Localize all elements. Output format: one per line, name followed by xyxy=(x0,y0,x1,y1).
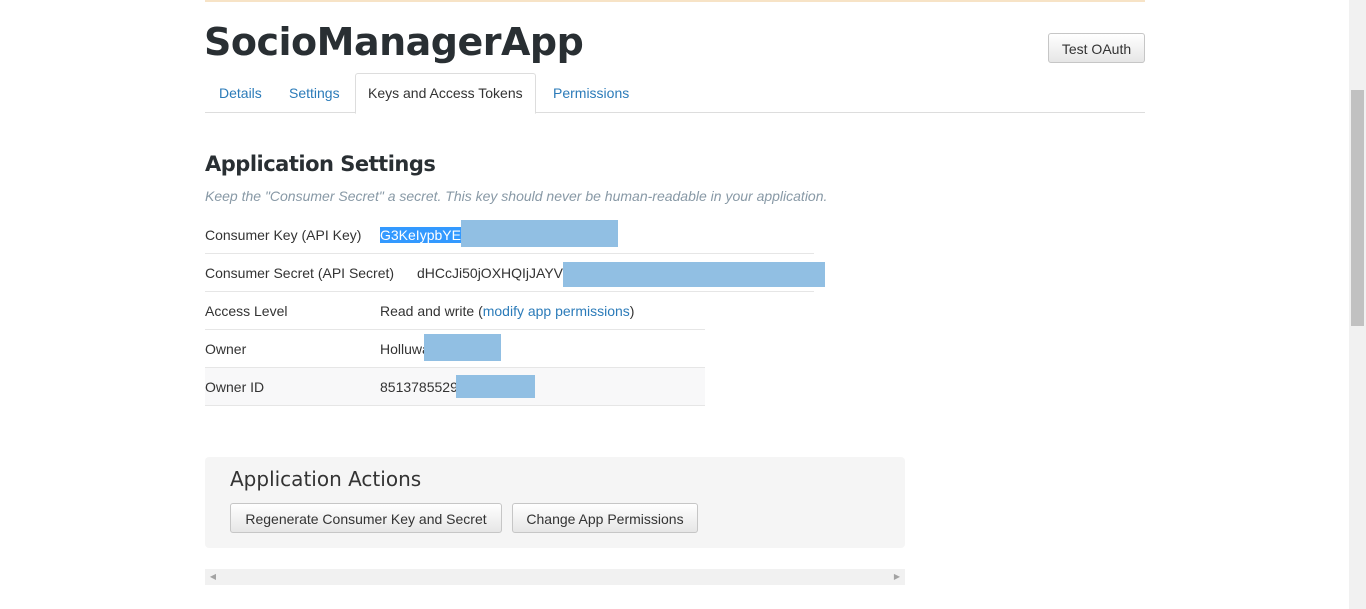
access-level-label: Access Level xyxy=(205,303,288,319)
owner-id-label: Owner ID xyxy=(205,379,265,395)
redaction-block xyxy=(455,375,535,398)
scrollbar-thumb[interactable] xyxy=(1351,90,1364,326)
horizontal-scrollbar[interactable]: ◀ ▶ xyxy=(205,569,905,585)
consumer-secret-text[interactable]: dHCcJi50jOXHQIjJAYV xyxy=(417,265,563,281)
top-notice-bar xyxy=(205,0,1145,2)
consumer-key-row: Consumer Key (API Key) G3KeIypbYE xyxy=(205,216,814,254)
access-level-text: Read and write xyxy=(380,303,475,319)
vertical-scrollbar[interactable] xyxy=(1349,0,1366,609)
tab-details[interactable]: Details xyxy=(219,74,262,112)
redaction-block xyxy=(460,220,618,247)
application-actions-panel: Application Actions Regenerate Consumer … xyxy=(205,457,905,548)
access-level-row: Access Level Read and write (modify app … xyxy=(205,292,705,330)
scroll-right-arrow-icon[interactable]: ▶ xyxy=(889,569,905,585)
tab-permissions[interactable]: Permissions xyxy=(553,74,629,112)
app-title: SocioManagerApp xyxy=(204,20,584,64)
tab-bar: Details Settings Keys and Access Tokens … xyxy=(205,73,1145,114)
owner-id-text: 85137855290 xyxy=(380,379,466,395)
secret-warning-note: Keep the "Consumer Secret" a secret. Thi… xyxy=(205,188,828,204)
owner-id-row: Owner ID 85137855290 xyxy=(205,368,705,406)
tab-keys-and-access-tokens[interactable]: Keys and Access Tokens xyxy=(355,73,536,114)
regenerate-consumer-key-button[interactable]: Regenerate Consumer Key and Secret xyxy=(230,503,502,533)
application-actions-heading: Application Actions xyxy=(230,467,422,491)
access-level-value: Read and write (modify app permissions) xyxy=(380,292,634,330)
consumer-key-text[interactable]: G3KeIypbYE xyxy=(380,227,461,243)
redaction-block xyxy=(423,334,501,361)
consumer-key-value[interactable]: G3KeIypbYE xyxy=(380,216,618,254)
owner-value: Holluwa xyxy=(380,330,501,368)
change-app-permissions-button[interactable]: Change App Permissions xyxy=(512,503,698,533)
close-paren: ) xyxy=(629,303,635,319)
test-oauth-button[interactable]: Test OAuth xyxy=(1048,33,1145,63)
scroll-left-arrow-icon[interactable]: ◀ xyxy=(205,569,221,585)
owner-label: Owner xyxy=(205,341,247,357)
redaction-block xyxy=(563,262,826,287)
consumer-secret-row: Consumer Secret (API Secret) dHCcJi50jOX… xyxy=(205,254,826,292)
consumer-secret-label: Consumer Secret (API Secret) xyxy=(205,265,395,281)
owner-text: Holluwa xyxy=(380,341,430,357)
owner-id-value: 85137855290 xyxy=(380,368,535,406)
tab-settings[interactable]: Settings xyxy=(289,74,340,112)
consumer-secret-value[interactable]: dHCcJi50jOXHQIjJAYV xyxy=(417,254,826,292)
modify-app-permissions-link[interactable]: modify app permissions xyxy=(483,303,630,319)
application-settings-heading: Application Settings xyxy=(205,152,436,176)
consumer-key-label: Consumer Key (API Key) xyxy=(205,227,362,243)
owner-row: Owner Holluwa xyxy=(205,330,705,368)
